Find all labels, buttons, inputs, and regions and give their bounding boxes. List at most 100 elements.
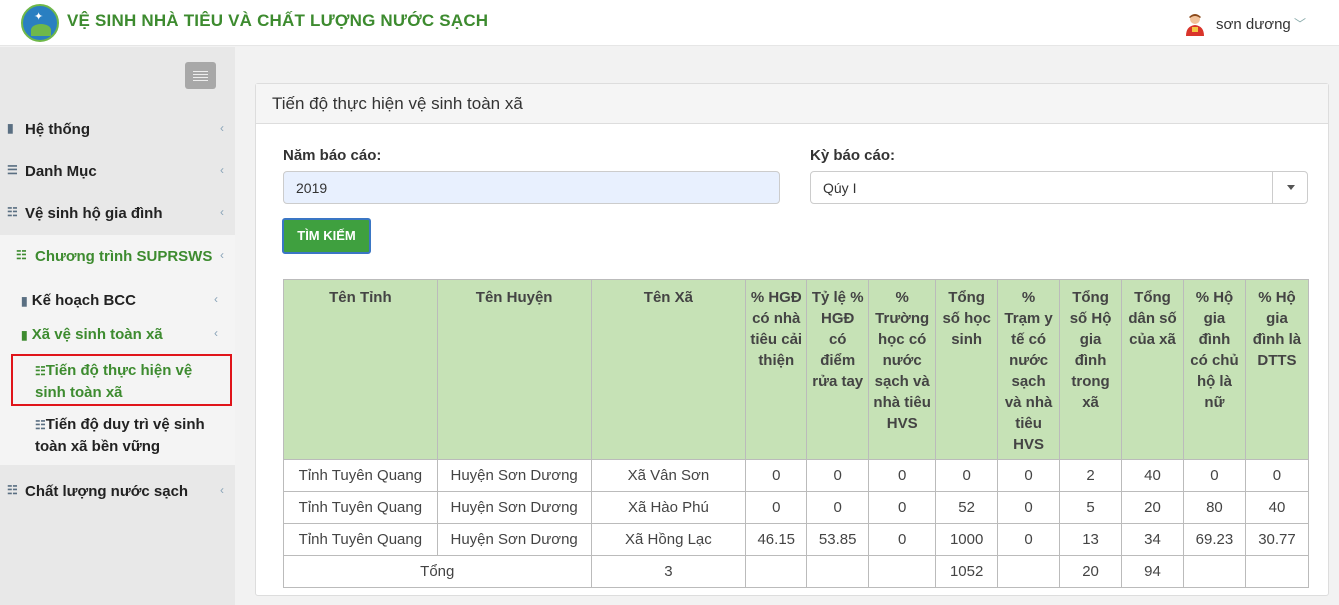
- table-cell: 40: [1244, 491, 1310, 524]
- total-xa-count: 3: [590, 555, 747, 588]
- period-select[interactable]: Qúy I: [810, 171, 1308, 204]
- total-label: Tổng: [283, 555, 592, 588]
- table-cell: Huyện Sơn Dương: [436, 523, 592, 556]
- sidebar-item-label: Chương trình SUPRSWS: [35, 248, 213, 265]
- chevron-left-icon: ‹: [214, 292, 218, 306]
- caret-down-icon[interactable]: [1272, 171, 1308, 204]
- user-name[interactable]: sơn dương: [1216, 16, 1291, 33]
- sidebar-item-label: Danh Mục: [25, 163, 97, 180]
- table-cell: [1244, 555, 1310, 588]
- table-cell: 53.85: [806, 523, 870, 556]
- column-header[interactable]: Tỷ lệ % HGĐ có điểm rửa tay: [806, 279, 870, 460]
- table-cell: [868, 555, 937, 588]
- main-card: Tiến độ thực hiện vệ sinh toàn xã Năm bá…: [255, 83, 1329, 596]
- table-row: Tỉnh Tuyên Quang Huyện Sơn Dương Xã Hồng…: [283, 523, 1310, 556]
- app-title[interactable]: VỆ SINH NHÀ TIÊU VÀ CHẤT LƯỢNG NƯỚC SẠCH: [67, 11, 488, 31]
- column-header[interactable]: Tổng số Hộ gia đình trong xã: [1059, 279, 1123, 460]
- table-cell: 0: [745, 459, 808, 492]
- column-header[interactable]: Tên Huyện: [436, 279, 592, 460]
- chevron-left-icon: ‹: [220, 248, 224, 262]
- table-cell: 69.23: [1182, 523, 1246, 556]
- file-icon: ▮: [21, 328, 28, 342]
- table-cell: Tỉnh Tuyên Quang: [283, 523, 438, 556]
- search-button[interactable]: TÌM KIẾM: [282, 218, 371, 254]
- logo-leaf-icon: [31, 24, 51, 36]
- table-cell: 20: [1059, 555, 1123, 588]
- column-header[interactable]: % HGĐ có nhà tiêu cải thiện: [745, 279, 808, 460]
- column-header[interactable]: % Trường học có nước sạch và nhà tiêu HV…: [868, 279, 937, 460]
- sidebar-toggle-button[interactable]: [185, 62, 216, 89]
- table-cell: [1182, 555, 1246, 588]
- file-icon: ▮: [7, 121, 14, 135]
- table-cell: Huyện Sơn Dương: [436, 491, 592, 524]
- user-avatar-icon[interactable]: [1184, 12, 1206, 36]
- sidebar-item-label: Hệ thống: [25, 121, 90, 138]
- column-header[interactable]: Tên Tỉnh: [283, 279, 438, 460]
- table-cell: 30.77: [1244, 523, 1310, 556]
- table-cell: 34: [1121, 523, 1184, 556]
- sidebar-item-xa-ve-sinh-toan-xa[interactable]: ▮ Xã vệ sinh toàn xã: [21, 326, 163, 343]
- server-icon: ☷: [7, 483, 18, 497]
- sidebar-item-he-thong[interactable]: ▮ Hệ thống ‹: [0, 108, 235, 150]
- table-cell: 80: [1182, 491, 1246, 524]
- table-cell: Xã Vân Sơn: [590, 459, 747, 492]
- table-cell: 46.15: [745, 523, 808, 556]
- top-header: ✦ VỆ SINH NHÀ TIÊU VÀ CHẤT LƯỢNG NƯỚC SẠ…: [0, 0, 1339, 46]
- column-header[interactable]: % Trạm y tế có nước sạch và nhà tiêu HVS: [997, 279, 1061, 460]
- table-cell: 52: [935, 491, 999, 524]
- sidebar-item-tien-do-duy-tri[interactable]: ☷Tiến độ duy trì vệ sinh toàn xã bền vữn…: [35, 414, 230, 457]
- list-icon: ☰: [7, 163, 18, 177]
- column-header[interactable]: Tên Xã: [590, 279, 747, 460]
- column-header[interactable]: % Hộ gia đình có chủ hộ là nữ: [1182, 279, 1246, 460]
- column-header[interactable]: Tổng dân số của xã: [1121, 279, 1184, 460]
- table-cell: 0: [868, 523, 937, 556]
- server-icon: ☷: [7, 205, 18, 219]
- table-cell: Tỉnh Tuyên Quang: [283, 459, 438, 492]
- sidebar-item-label: Kế hoạch BCC: [31, 292, 136, 309]
- table-cell: 1052: [935, 555, 999, 588]
- sidebar-item-ve-sinh-ho-gia-dinh[interactable]: ☷ Vệ sinh hộ gia đình ‹: [0, 192, 235, 234]
- table-cell: [997, 555, 1061, 588]
- table-cell: 5: [1059, 491, 1123, 524]
- table-cell: 0: [997, 459, 1061, 492]
- chevron-left-icon: ‹: [214, 326, 218, 340]
- server-icon: ☷: [16, 248, 27, 262]
- results-table: Tên Tỉnh Tên Huyện Tên Xã % HGĐ có nhà t…: [283, 279, 1310, 588]
- table-cell: Xã Hồng Lạc: [590, 523, 747, 556]
- period-label: Kỳ báo cáo:: [810, 147, 896, 164]
- table-cell: Huyện Sơn Dương: [436, 459, 592, 492]
- table-cell: 0: [868, 459, 937, 492]
- table-total-row: Tổng 3 1052 20 94: [283, 555, 1310, 588]
- table-row: Tỉnh Tuyên Quang Huyện Sơn Dương Xã Vân …: [283, 459, 1310, 492]
- table-cell: 94: [1121, 555, 1184, 588]
- table-cell: Xã Hào Phú: [590, 491, 747, 524]
- table-cell: Tỉnh Tuyên Quang: [283, 491, 438, 524]
- table-cell: 2: [1059, 459, 1123, 492]
- selected-item-highlight: [11, 354, 232, 406]
- table-cell: 0: [1244, 459, 1310, 492]
- app-logo[interactable]: ✦: [21, 4, 59, 42]
- table-cell: 13: [1059, 523, 1123, 556]
- sidebar-item-ke-hoach-bcc[interactable]: ▮ Kế hoạch BCC: [21, 292, 136, 309]
- chevron-left-icon: ‹: [220, 163, 224, 177]
- column-header[interactable]: % Hộ gia đình là DTTS: [1244, 279, 1310, 460]
- sidebar-item-chuong-trinh-suprsws[interactable]: ☷ Chương trình SUPRSWS ‹: [0, 235, 235, 279]
- year-input[interactable]: 2019: [283, 171, 780, 204]
- server-icon: ☷: [35, 418, 46, 432]
- sidebar-item-label: Chất lượng nước sạch: [25, 483, 189, 500]
- sidebar-item-chat-luong-nuoc-sach[interactable]: ☷ Chất lượng nước sạch ‹: [0, 470, 235, 512]
- sidebar-item-label: Xã vệ sinh toàn xã: [31, 326, 163, 343]
- column-header[interactable]: Tổng số học sinh: [935, 279, 999, 460]
- chevron-left-icon: ‹: [220, 205, 224, 219]
- table-cell: 40: [1121, 459, 1184, 492]
- table-header-row: Tên Tỉnh Tên Huyện Tên Xã % HGĐ có nhà t…: [283, 279, 1310, 460]
- sidebar-item-label: Tiến độ duy trì vệ sinh: [45, 416, 205, 433]
- sidebar-item-label: Vệ sinh hộ gia đình: [25, 205, 163, 222]
- sidebar-item-danh-muc[interactable]: ☰ Danh Mục ‹: [0, 150, 235, 192]
- table-cell: 0: [997, 523, 1061, 556]
- sidebar-item-label: toàn xã bền vững: [35, 438, 161, 455]
- user-menu-chevron-icon[interactable]: ﹀: [1294, 15, 1306, 32]
- table-cell: [745, 555, 808, 588]
- table-cell: 0: [745, 491, 808, 524]
- chevron-left-icon: ‹: [220, 483, 224, 497]
